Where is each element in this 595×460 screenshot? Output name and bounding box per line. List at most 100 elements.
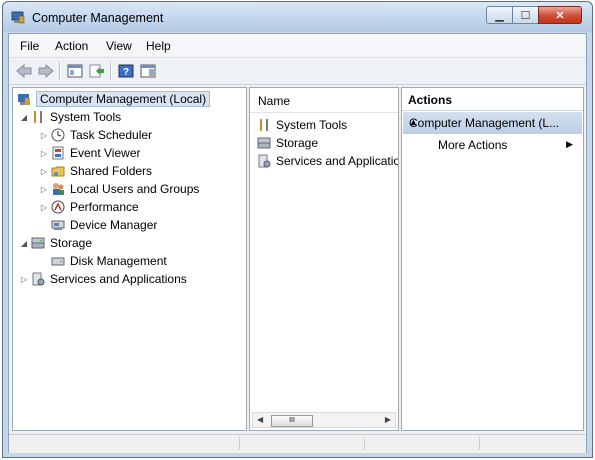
menu-bar: File Action View Help — [9, 34, 586, 56]
export-list-icon — [89, 64, 104, 78]
actions-title: Actions — [408, 93, 453, 107]
users-icon — [50, 181, 66, 197]
svg-text:?: ? — [123, 67, 129, 78]
tree-item-shared-folders[interactable]: ▷ Shared Folders — [38, 162, 152, 180]
shared-folder-icon — [50, 163, 66, 179]
tools-icon — [256, 117, 272, 133]
collapse-up-icon[interactable]: ▲ — [409, 117, 576, 127]
minimize-button[interactable]: ▁ — [486, 6, 513, 24]
maximize-icon: ☐ — [520, 9, 531, 22]
expand-icon[interactable]: ▷ — [38, 131, 50, 140]
tree-item-label: Event Viewer — [70, 146, 141, 160]
more-actions-item[interactable]: More Actions — [438, 138, 507, 152]
device-manager-icon — [50, 217, 66, 233]
list-item[interactable]: Storage — [256, 134, 318, 152]
tree-item-event-viewer[interactable]: ▷ Event Viewer — [38, 144, 141, 162]
close-button[interactable]: ✕ — [538, 6, 582, 24]
maximize-button[interactable]: ☐ — [512, 6, 539, 24]
list-item-label: Storage — [276, 136, 319, 150]
menu-view[interactable]: View — [106, 39, 132, 53]
tree-item-label: Storage — [50, 236, 93, 250]
menu-help[interactable]: Help — [146, 39, 171, 53]
tree-item-label: Computer Management (Local) — [36, 91, 211, 107]
tree-item-task-scheduler[interactable]: ▷ Task Scheduler — [38, 126, 152, 144]
window-title: Computer Management — [32, 11, 164, 25]
submenu-arrow-icon: ▶ — [566, 139, 573, 149]
tree-item-services[interactable]: ▷ Services and Applications — [18, 270, 187, 288]
column-header-name[interactable]: Name — [250, 88, 398, 113]
back-arrow-icon — [16, 64, 32, 78]
tree-item-label: Local Users and Groups — [70, 182, 200, 196]
results-pane: Name System Tools Storage Services and A… — [249, 87, 399, 431]
tree-item-label: Device Manager — [70, 218, 158, 232]
tree-item-label: System Tools — [50, 110, 122, 124]
tree-item-root[interactable]: Computer Management (Local) — [16, 90, 211, 108]
column-header-label: Name — [258, 94, 291, 108]
status-divider — [364, 437, 365, 450]
tree-item-performance[interactable]: ▷ Performance — [38, 198, 139, 216]
event-viewer-icon — [50, 145, 66, 161]
computer-management-window: Computer Management ▁ ☐ ✕ File Action Vi… — [2, 1, 593, 458]
expand-icon[interactable]: ▷ — [38, 149, 50, 158]
close-icon: ✕ — [555, 9, 565, 22]
tree-item-label: Task Scheduler — [70, 128, 153, 142]
list-item[interactable]: System Tools — [256, 116, 347, 134]
tree-item-label: Services and Applications — [50, 272, 187, 286]
status-bar — [9, 434, 586, 453]
client-area: File Action View Help ? Computer Managem… — [8, 33, 587, 453]
collapse-icon[interactable]: ◢ — [18, 239, 30, 248]
tools-icon — [30, 109, 46, 125]
clock-icon — [50, 127, 66, 143]
storage-icon — [30, 235, 46, 251]
forward-button[interactable] — [37, 62, 55, 80]
list-item-label: Services and Applicatio — [276, 154, 399, 168]
tree-item-device-manager[interactable]: Device Manager — [50, 216, 157, 234]
show-console-tree-button[interactable] — [66, 62, 84, 80]
tree-item-label: Shared Folders — [70, 164, 153, 178]
expand-icon[interactable]: ▷ — [38, 203, 50, 212]
storage-icon — [256, 135, 272, 151]
actions-group-header[interactable]: Computer Management (L... ▲ — [403, 112, 582, 134]
console-tree: Computer Management (Local) ◢ System Too… — [12, 87, 247, 431]
toolbar: ? — [9, 57, 586, 85]
tree-item-label: Disk Management — [70, 254, 167, 268]
tree-item-local-users[interactable]: ▷ Local Users and Groups — [38, 180, 199, 198]
scroll-right-icon[interactable]: ▶ — [385, 415, 391, 424]
performance-icon — [50, 199, 66, 215]
expand-icon[interactable]: ▷ — [18, 275, 30, 284]
forward-arrow-icon — [38, 64, 54, 78]
status-divider — [239, 437, 240, 450]
back-button[interactable] — [15, 62, 33, 80]
disk-icon — [50, 253, 66, 269]
status-divider — [479, 437, 480, 450]
horizontal-scrollbar[interactable]: ◀ III ▶ — [252, 412, 396, 428]
expand-icon[interactable]: ▷ — [38, 185, 50, 194]
title-bar[interactable]: Computer Management ▁ ☐ ✕ — [3, 2, 592, 32]
scroll-left-icon[interactable]: ◀ — [257, 415, 263, 424]
show-action-pane-button[interactable] — [139, 62, 157, 80]
console-tree-icon — [67, 64, 83, 78]
scroll-thumb[interactable]: III — [271, 415, 313, 427]
export-list-button[interactable] — [88, 62, 106, 80]
list-item-label: System Tools — [276, 118, 348, 132]
expand-icon[interactable]: ▷ — [38, 167, 50, 176]
tree-item-system-tools[interactable]: ◢ System Tools — [18, 108, 121, 126]
menu-action[interactable]: Action — [55, 39, 88, 53]
action-pane-icon — [140, 64, 156, 78]
actions-pane: Actions Computer Management (L... ▲ More… — [401, 87, 584, 431]
toolbar-separator — [110, 62, 112, 80]
tree-item-storage[interactable]: ◢ Storage — [18, 234, 92, 252]
toolbar-separator — [59, 62, 61, 80]
minimize-icon: ▁ — [495, 9, 504, 22]
services-icon — [256, 153, 272, 169]
services-icon — [30, 271, 46, 287]
tree-item-disk-management[interactable]: Disk Management — [50, 252, 167, 270]
actions-header: Actions — [402, 88, 583, 111]
computer-management-icon — [11, 11, 25, 24]
tree-item-label: Performance — [70, 200, 139, 214]
collapse-icon[interactable]: ◢ — [18, 113, 30, 122]
help-button[interactable]: ? — [117, 62, 135, 80]
menu-file[interactable]: File — [20, 39, 39, 53]
list-item[interactable]: Services and Applicatio — [256, 152, 399, 170]
computer-management-icon — [16, 91, 32, 107]
